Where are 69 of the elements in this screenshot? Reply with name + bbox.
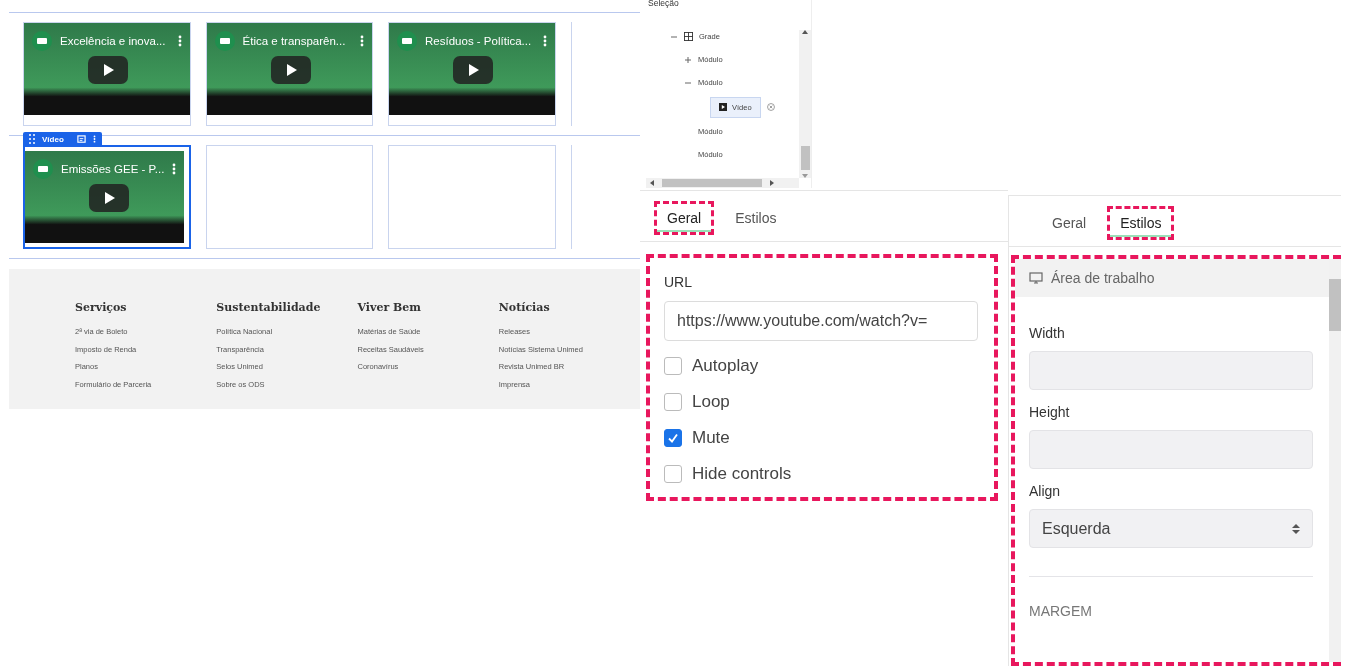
align-select[interactable]: Esquerda (1029, 509, 1313, 548)
collapse-toggle-icon[interactable] (684, 55, 692, 64)
footer-heading: Viver Bem (357, 301, 422, 314)
panel-title: Seleção (647, 0, 680, 10)
scroll-left-icon[interactable] (650, 180, 654, 186)
channel-logo-icon (33, 159, 53, 179)
checkbox-label: Mute (692, 428, 730, 448)
video-title: Resíduos - Política... (425, 35, 533, 47)
checkbox-label: Hide controls (692, 464, 792, 484)
footer-heading: Sustentabilidade (216, 301, 322, 314)
footer-heading: Notícias (498, 301, 551, 314)
monitor-icon (1029, 272, 1043, 284)
more-icon[interactable] (360, 35, 365, 47)
play-button-icon[interactable] (270, 56, 311, 84)
video-icon (719, 103, 727, 111)
more-icon[interactable] (92, 134, 96, 144)
vertical-scrollbar[interactable] (799, 30, 811, 178)
video-title: Excelência e inova... (60, 35, 167, 47)
panel-tab[interactable]: Estilos (722, 201, 790, 235)
check-icon (667, 432, 679, 444)
video-thumbnail[interactable]: Resíduos - Política... (389, 23, 555, 115)
horizontal-scrollbar[interactable] (646, 178, 799, 188)
section-title: Área de trabalho (1051, 270, 1155, 286)
video-title: Emissões GEE - P... (61, 163, 165, 175)
more-icon[interactable] (172, 163, 177, 175)
field-label: Height (1029, 404, 1071, 420)
checkbox[interactable] (664, 393, 682, 411)
scroll-thumb[interactable] (800, 146, 810, 170)
scroll-down-icon[interactable] (802, 174, 808, 178)
more-icon[interactable] (542, 35, 547, 47)
scroll-up-icon[interactable] (802, 30, 808, 34)
vertical-scrollbar[interactable] (1329, 259, 1341, 662)
checkbox[interactable] (664, 465, 682, 483)
grid-icon (684, 32, 693, 41)
channel-logo-icon (397, 31, 418, 51)
channel-logo-icon (214, 31, 235, 51)
channel-logo-icon (32, 31, 52, 51)
height-input-field[interactable] (1029, 430, 1313, 469)
panel-tab[interactable]: Geral (1039, 206, 1100, 240)
url-input-field[interactable]: https://www.youtube.com/watch?v= (664, 301, 978, 341)
panel-tab[interactable]: Geral (654, 201, 715, 235)
field-label: Width (1029, 325, 1066, 341)
video-title: Ética e transparên... (242, 35, 347, 47)
comment-icon[interactable] (76, 134, 86, 144)
remove-icon[interactable] (766, 103, 775, 111)
play-button-icon[interactable] (453, 56, 494, 84)
field-label: Align (1029, 483, 1062, 499)
checkbox-label: Loop (692, 392, 730, 412)
video-thumbnail[interactable]: Ética e transparên... (206, 23, 373, 115)
drag-handle-icon[interactable] (29, 134, 35, 144)
more-icon[interactable] (177, 35, 182, 47)
scroll-right-icon[interactable] (770, 180, 774, 186)
section-header[interactable]: Área de trabalho (1015, 259, 1329, 297)
block-type-label: Vídeo (42, 134, 64, 144)
play-button-icon[interactable] (88, 56, 128, 84)
select-caret-icon (1292, 522, 1300, 535)
checkbox[interactable] (664, 357, 682, 375)
field-label: URL (664, 274, 693, 290)
video-thumbnail[interactable]: Emissões GEE - P... (25, 151, 185, 243)
scroll-thumb[interactable] (1329, 279, 1341, 331)
footer-heading: Serviços (75, 301, 128, 314)
panel-tab[interactable]: Estilos (1107, 206, 1175, 240)
video-thumbnail[interactable]: Excelência e inova... (24, 23, 190, 115)
scroll-thumb[interactable] (662, 179, 762, 187)
checkbox-label: Autoplay (692, 356, 759, 376)
checkbox[interactable] (664, 429, 682, 447)
section-heading: MARGEM (1029, 603, 1093, 619)
width-input-field[interactable] (1029, 351, 1313, 390)
play-button-icon[interactable] (89, 184, 129, 212)
